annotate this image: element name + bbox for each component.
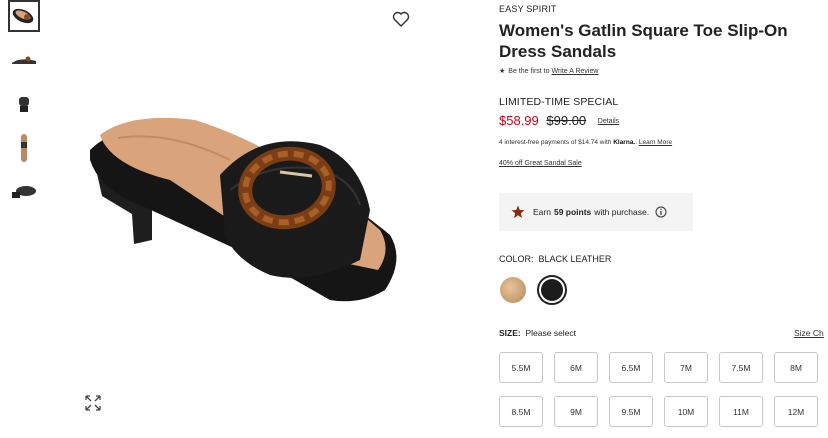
size-option-5-5m[interactable]: 5.5M: [499, 352, 543, 383]
thumbnail-strip: [8, 0, 44, 220]
color-swatch-natural[interactable]: [500, 277, 526, 303]
review-line: ★ Be the first to Write A Review: [499, 67, 598, 75]
favorite-heart-icon[interactable]: [391, 9, 411, 29]
size-option-9-5m[interactable]: 9.5M: [609, 396, 653, 427]
product-image[interactable]: [60, 0, 450, 430]
points-prefix: Earn: [533, 207, 551, 217]
star-icon: ★: [499, 68, 506, 75]
info-icon[interactable]: [655, 206, 667, 218]
original-price: $99.00: [546, 113, 587, 128]
size-chart-link[interactable]: Size Ch: [794, 328, 824, 338]
price-block: $58.99 $99.00 Details: [499, 113, 619, 128]
color-label: COLOR: BLACK LEATHER: [499, 254, 612, 264]
details-link[interactable]: Details: [598, 118, 619, 125]
thumbnail-5[interactable]: [8, 176, 40, 208]
sandal-back-view-thumb: [12, 186, 36, 198]
klarna-logo: Klarna.: [613, 139, 636, 146]
learn-more-link[interactable]: Learn More: [639, 139, 672, 146]
sandal-front-view-thumb: [19, 97, 29, 112]
size-option-7m[interactable]: 7M: [664, 352, 708, 383]
star-icon: [511, 205, 525, 218]
points-amount: 59 points: [553, 207, 592, 217]
sandal-top-view-thumb: [12, 8, 34, 24]
thumbnail-4[interactable]: [8, 132, 40, 164]
review-prefix: Be the first to: [508, 68, 550, 75]
thumbnail-1[interactable]: [8, 0, 40, 32]
sale-promo-link[interactable]: 40% off Great Sandal Sale: [499, 160, 582, 167]
color-swatch-black-leather[interactable]: [537, 275, 567, 305]
write-review-link[interactable]: Write A Review: [551, 68, 598, 75]
size-option-7-5m[interactable]: 7.5M: [719, 352, 763, 383]
promo-label: LIMITED-TIME SPECIAL: [499, 96, 619, 108]
points-suffix: with purchase.: [594, 207, 650, 217]
thumbnail-2[interactable]: [8, 44, 40, 76]
klarna-text: 4 interest-free payments of $14.74 with: [499, 139, 612, 146]
product-title: Women's Gatlin Square Toe Slip-On Dress …: [499, 21, 788, 61]
sandal-side-view-thumb: [12, 56, 36, 64]
expand-icon[interactable]: [84, 394, 102, 412]
sandal-sole-view-thumb: [21, 134, 27, 162]
size-label: SIZE: Please select: [499, 328, 577, 338]
sale-price: $58.99: [499, 113, 539, 128]
size-option-12m[interactable]: 12M: [774, 396, 818, 427]
size-option-6m[interactable]: 6M: [554, 352, 598, 383]
size-prompt: Please select: [525, 328, 577, 338]
selected-color: BLACK LEATHER: [538, 254, 612, 264]
size-option-6-5m[interactable]: 6.5M: [609, 352, 653, 383]
rewards-points-banner: Earn 59 points with purchase.: [499, 193, 693, 231]
size-option-9m[interactable]: 9M: [554, 396, 598, 427]
size-option-8m[interactable]: 8M: [774, 352, 818, 383]
size-option-10m[interactable]: 10M: [664, 396, 708, 427]
size-option-8-5m[interactable]: 8.5M: [499, 396, 543, 427]
brand-name[interactable]: EASY SPIRIT: [499, 4, 557, 14]
size-option-11m[interactable]: 11M: [719, 396, 763, 427]
thumbnail-3[interactable]: [8, 88, 40, 120]
klarna-line: 4 interest-free payments of $14.74 with …: [499, 139, 673, 146]
